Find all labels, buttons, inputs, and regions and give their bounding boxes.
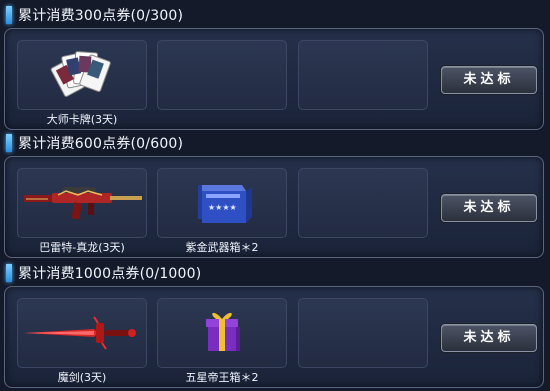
reward-slot-3 xyxy=(298,168,428,238)
tier-marker xyxy=(6,6,12,24)
cards-icon xyxy=(50,51,111,97)
claim-button[interactable]: 未达标 xyxy=(441,66,537,94)
reward-slot-2[interactable] xyxy=(157,298,287,368)
gift-box-icon xyxy=(206,312,240,351)
reward-name: 大师卡牌(3天) xyxy=(46,113,118,126)
claim-button[interactable]: 未达标 xyxy=(441,324,537,352)
reward-panel: 巴雷特-真龙(3天) ★★★★ 紫金武器箱＊2 未达标 xyxy=(4,156,544,258)
weapon-crate-icon: ★★★★ xyxy=(198,185,252,223)
tier-marker xyxy=(6,264,12,282)
svg-text:★★★★: ★★★★ xyxy=(208,203,237,212)
reward-slot-1[interactable] xyxy=(17,168,147,238)
tier-title: 累计消费1000点券(0/1000) xyxy=(18,266,202,282)
tier-title: 累计消费300点券(0/300) xyxy=(18,8,184,24)
tier-header: 累计消费300点券(0/300) xyxy=(0,4,550,26)
reward-slot-3 xyxy=(298,40,428,110)
reward-name: 五星帝王箱＊2 xyxy=(185,371,259,384)
reward-slot-1[interactable] xyxy=(17,40,147,110)
reward-panel: 大师卡牌(3天) 未达标 xyxy=(4,28,544,130)
reward-slot-2 xyxy=(157,40,287,110)
tier-header: 累计消费600点券(0/600) xyxy=(0,132,550,154)
sniper-rifle-icon xyxy=(24,187,142,220)
tier-title: 累计消费600点券(0/600) xyxy=(18,136,184,152)
claim-button[interactable]: 未达标 xyxy=(441,194,537,222)
tier-header: 累计消费1000点券(0/1000) xyxy=(0,262,550,284)
tier-marker xyxy=(6,134,12,152)
reward-panel: 魔剑(3天) 五星帝王箱＊2 未达标 xyxy=(4,286,544,388)
reward-name: 巴雷特-真龙(3天) xyxy=(39,241,125,254)
sword-icon xyxy=(24,316,136,350)
reward-name: 魔剑(3天) xyxy=(57,371,107,384)
reward-name: 紫金武器箱＊2 xyxy=(185,241,259,254)
reward-slot-1[interactable] xyxy=(17,298,147,368)
reward-slot-2[interactable]: ★★★★ xyxy=(157,168,287,238)
reward-slot-3 xyxy=(298,298,428,368)
